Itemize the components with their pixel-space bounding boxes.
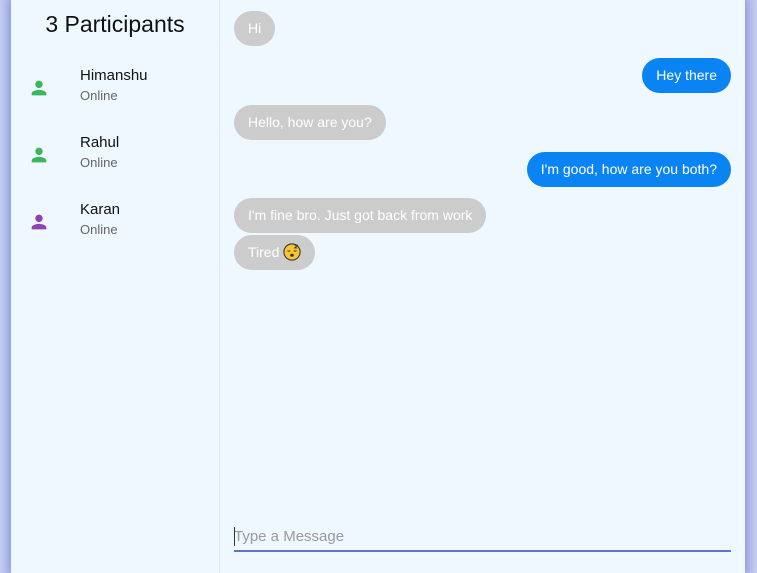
participant-rahul[interactable]: Rahul Online — [11, 134, 219, 201]
participant-name: Himanshu — [80, 67, 148, 84]
person-icon — [31, 214, 47, 230]
message-received: Hi — [234, 11, 731, 46]
text-caret — [234, 527, 235, 546]
person-icon-shape — [31, 80, 47, 96]
participants-sidebar: 3 Participants Himanshu Online Rahul Onl… — [11, 0, 220, 573]
participant-himanshu[interactable]: Himanshu Online — [11, 67, 219, 134]
message-bubble: I'm fine bro. Just got back from work — [234, 198, 487, 233]
message-received: Tired — [234, 235, 731, 270]
participant-status: Online — [80, 155, 118, 170]
message-bubble: Hello, how are you? — [234, 105, 386, 140]
participant-status: Online — [80, 222, 118, 237]
message-list: Hi Hey there Hello, how are you? I'm goo… — [234, 11, 731, 272]
message-received: Hello, how are you? — [234, 105, 731, 140]
message-sent: I'm good, how are you both? — [234, 152, 731, 187]
message-sent: Hey there — [234, 58, 731, 93]
participant-status: Online — [80, 88, 118, 103]
message-bubble: Hey there — [642, 58, 731, 93]
participant-karan[interactable]: Karan Online — [11, 201, 219, 268]
message-received: I'm fine bro. Just got back from work — [234, 198, 731, 233]
participants-title: 3 Participants — [45, 11, 185, 37]
participant-name: Rahul — [80, 134, 120, 151]
sleeping-face-icon — [283, 243, 302, 261]
participant-list: Himanshu Online Rahul Online Karan Onlin… — [11, 67, 219, 268]
person-icon-shape — [31, 214, 47, 230]
person-icon — [31, 147, 47, 163]
message-text: Tired — [248, 244, 280, 260]
chat-panel: Hi Hey there Hello, how are you? I'm goo… — [220, 0, 745, 573]
message-bubble: I'm good, how are you both? — [526, 152, 731, 187]
message-input[interactable] — [234, 524, 731, 548]
chat-window: 3 Participants Himanshu Online Rahul Onl… — [11, 0, 745, 573]
message-bubble-with-emoji: Tired — [234, 235, 316, 270]
participant-name: Karan — [80, 201, 121, 218]
person-icon — [31, 80, 47, 96]
message-bubble: Hi — [234, 11, 276, 46]
message-input-wrapper — [234, 524, 731, 552]
person-icon-shape — [31, 147, 47, 163]
